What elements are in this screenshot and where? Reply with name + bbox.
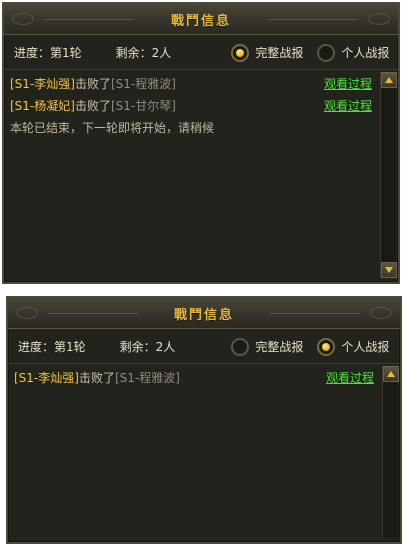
remaining-info: 剩余： 2人	[120, 338, 176, 355]
remaining-info: 剩余： 2人	[116, 44, 172, 61]
progress-value: 第1轮	[50, 46, 82, 60]
radio-personal-report-label: 个人战报	[341, 340, 390, 354]
radio-personal-report-label: 个人战报	[341, 46, 390, 60]
panel-title-bar: 戰鬥信息	[4, 4, 398, 35]
winner-name: [S1-李灿强]	[10, 76, 75, 91]
progress-value: 第1轮	[54, 340, 86, 354]
scrollbar[interactable]	[382, 366, 399, 538]
scroll-down-button[interactable]	[381, 262, 397, 278]
watch-replay-link[interactable]: 观看过程	[324, 97, 372, 114]
remaining-label: 剩余：	[119, 340, 156, 354]
battle-info-panel-personal: 戰鬥信息 进度： 第1轮 剩余： 2人 完整战报 个人战报 [S1-李灿强] 击…	[6, 296, 402, 544]
action-text: 击败了	[78, 370, 115, 385]
title-divider	[44, 19, 134, 20]
radio-full-report-label: 完整战报	[255, 340, 304, 354]
ornament-icon	[16, 307, 38, 319]
action-text: 击败了	[74, 76, 111, 91]
battle-log: [S1-李灿强] 击败了 [S1-程雅波] 观看过程 [S1-杨凝妃] 击败了 …	[6, 72, 376, 278]
radio-personal-report[interactable]: 个人战报	[317, 43, 390, 62]
ornament-icon	[370, 307, 392, 319]
radio-selected-icon[interactable]	[317, 337, 336, 356]
ornament-icon	[12, 13, 34, 25]
radio-full-report[interactable]: 完整战报	[231, 43, 304, 62]
log-row: [S1-杨凝妃] 击败了 [S1-甘尔琴] 观看过程	[6, 94, 376, 116]
scrollbar[interactable]	[380, 72, 397, 278]
remaining-label: 剩余：	[115, 46, 152, 60]
panel-title: 戰鬥信息	[170, 13, 231, 29]
title-divider	[270, 313, 360, 314]
log-row: 本轮已结束，下一轮即将开始，请稍候	[6, 116, 376, 138]
radio-selected-icon[interactable]	[231, 43, 250, 62]
scroll-up-button[interactable]	[381, 72, 397, 88]
action-text: 击败了	[74, 98, 111, 113]
winner-name: [S1-李灿强]	[14, 370, 79, 385]
loser-name: [S1-程雅波]	[114, 370, 180, 385]
progress-info: 进度： 第1轮	[14, 44, 82, 61]
battle-info-panel-full: 戰鬥信息 进度： 第1轮 剩余： 2人 完整战报 个人战报 [S1-李灿强] 击…	[2, 2, 400, 284]
status-bar: 进度： 第1轮 剩余： 2人 完整战报 个人战报	[4, 36, 398, 70]
radio-unselected-icon[interactable]	[317, 43, 336, 62]
winner-name: [S1-杨凝妃]	[10, 98, 75, 113]
panel-title: 戰鬥信息	[173, 307, 234, 323]
radio-full-report-label: 完整战报	[255, 46, 304, 60]
radio-unselected-icon[interactable]	[231, 337, 250, 356]
battle-log: [S1-李灿强] 击败了 [S1-程雅波] 观看过程	[10, 366, 378, 538]
scroll-up-button[interactable]	[383, 366, 399, 382]
log-row: [S1-李灿强] 击败了 [S1-程雅波] 观看过程	[6, 72, 376, 94]
remaining-value: 2人	[155, 340, 176, 354]
progress-label: 进度：	[18, 340, 55, 354]
title-divider	[48, 313, 138, 314]
radio-full-report[interactable]: 完整战报	[231, 337, 304, 356]
watch-replay-link[interactable]: 观看过程	[324, 75, 372, 92]
remaining-value: 2人	[151, 46, 172, 60]
progress-info: 进度： 第1轮	[18, 338, 86, 355]
radio-personal-report[interactable]: 个人战报	[317, 337, 390, 356]
arrow-up-icon	[385, 77, 393, 83]
loser-name: [S1-程雅波]	[110, 76, 176, 91]
round-status-note: 本轮已结束，下一轮即将开始，请稍候	[10, 120, 215, 135]
arrow-up-icon	[387, 371, 395, 377]
arrow-down-icon	[385, 267, 393, 273]
status-bar: 进度： 第1轮 剩余： 2人 完整战报 个人战报	[8, 330, 400, 364]
watch-replay-link[interactable]: 观看过程	[326, 369, 374, 386]
title-divider	[268, 19, 358, 20]
progress-label: 进度：	[14, 46, 51, 60]
ornament-icon	[368, 13, 390, 25]
log-row: [S1-李灿强] 击败了 [S1-程雅波] 观看过程	[10, 366, 378, 388]
panel-title-bar: 戰鬥信息	[8, 298, 400, 329]
loser-name: [S1-甘尔琴]	[110, 98, 176, 113]
